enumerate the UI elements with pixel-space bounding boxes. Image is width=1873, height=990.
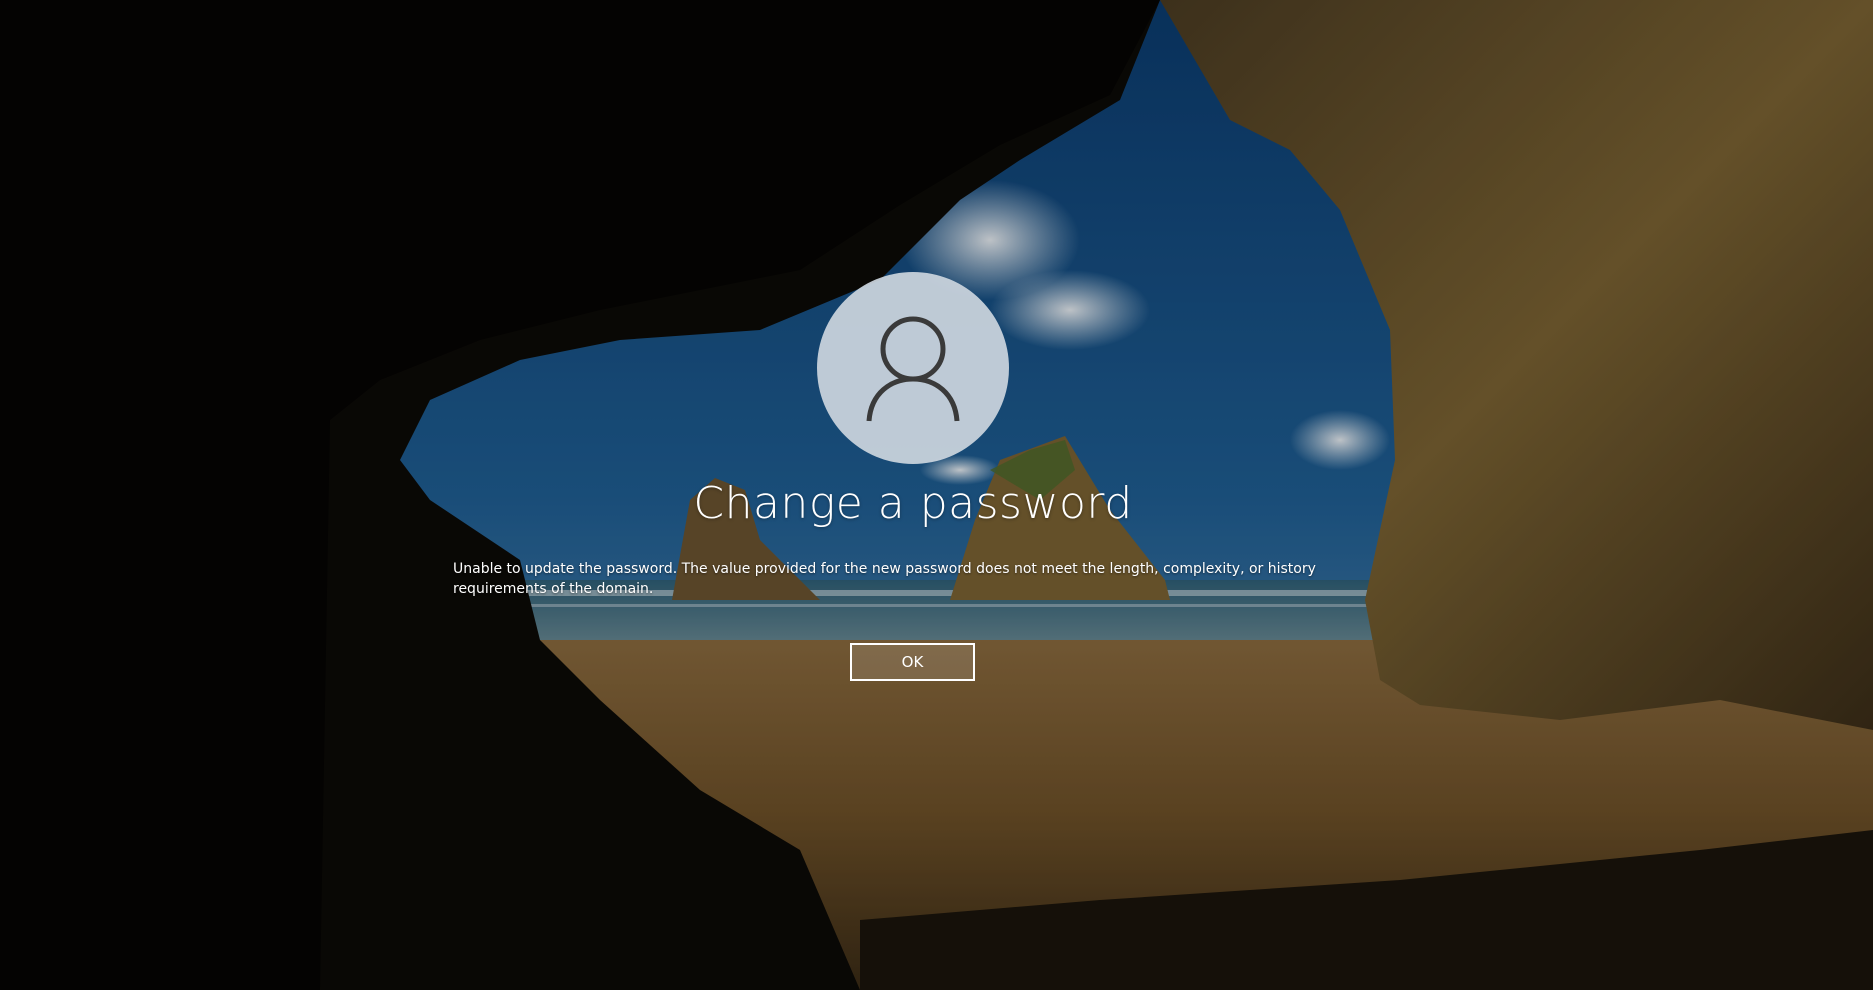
error-message: Unable to update the password. The value… xyxy=(453,561,1316,597)
lock-screen: Change a password Unable to update the p… xyxy=(0,0,1873,990)
page-title: Change a password xyxy=(693,478,1133,529)
user-avatar xyxy=(817,272,1009,464)
ok-button[interactable]: OK xyxy=(850,643,975,681)
user-silhouette-icon xyxy=(866,316,960,422)
